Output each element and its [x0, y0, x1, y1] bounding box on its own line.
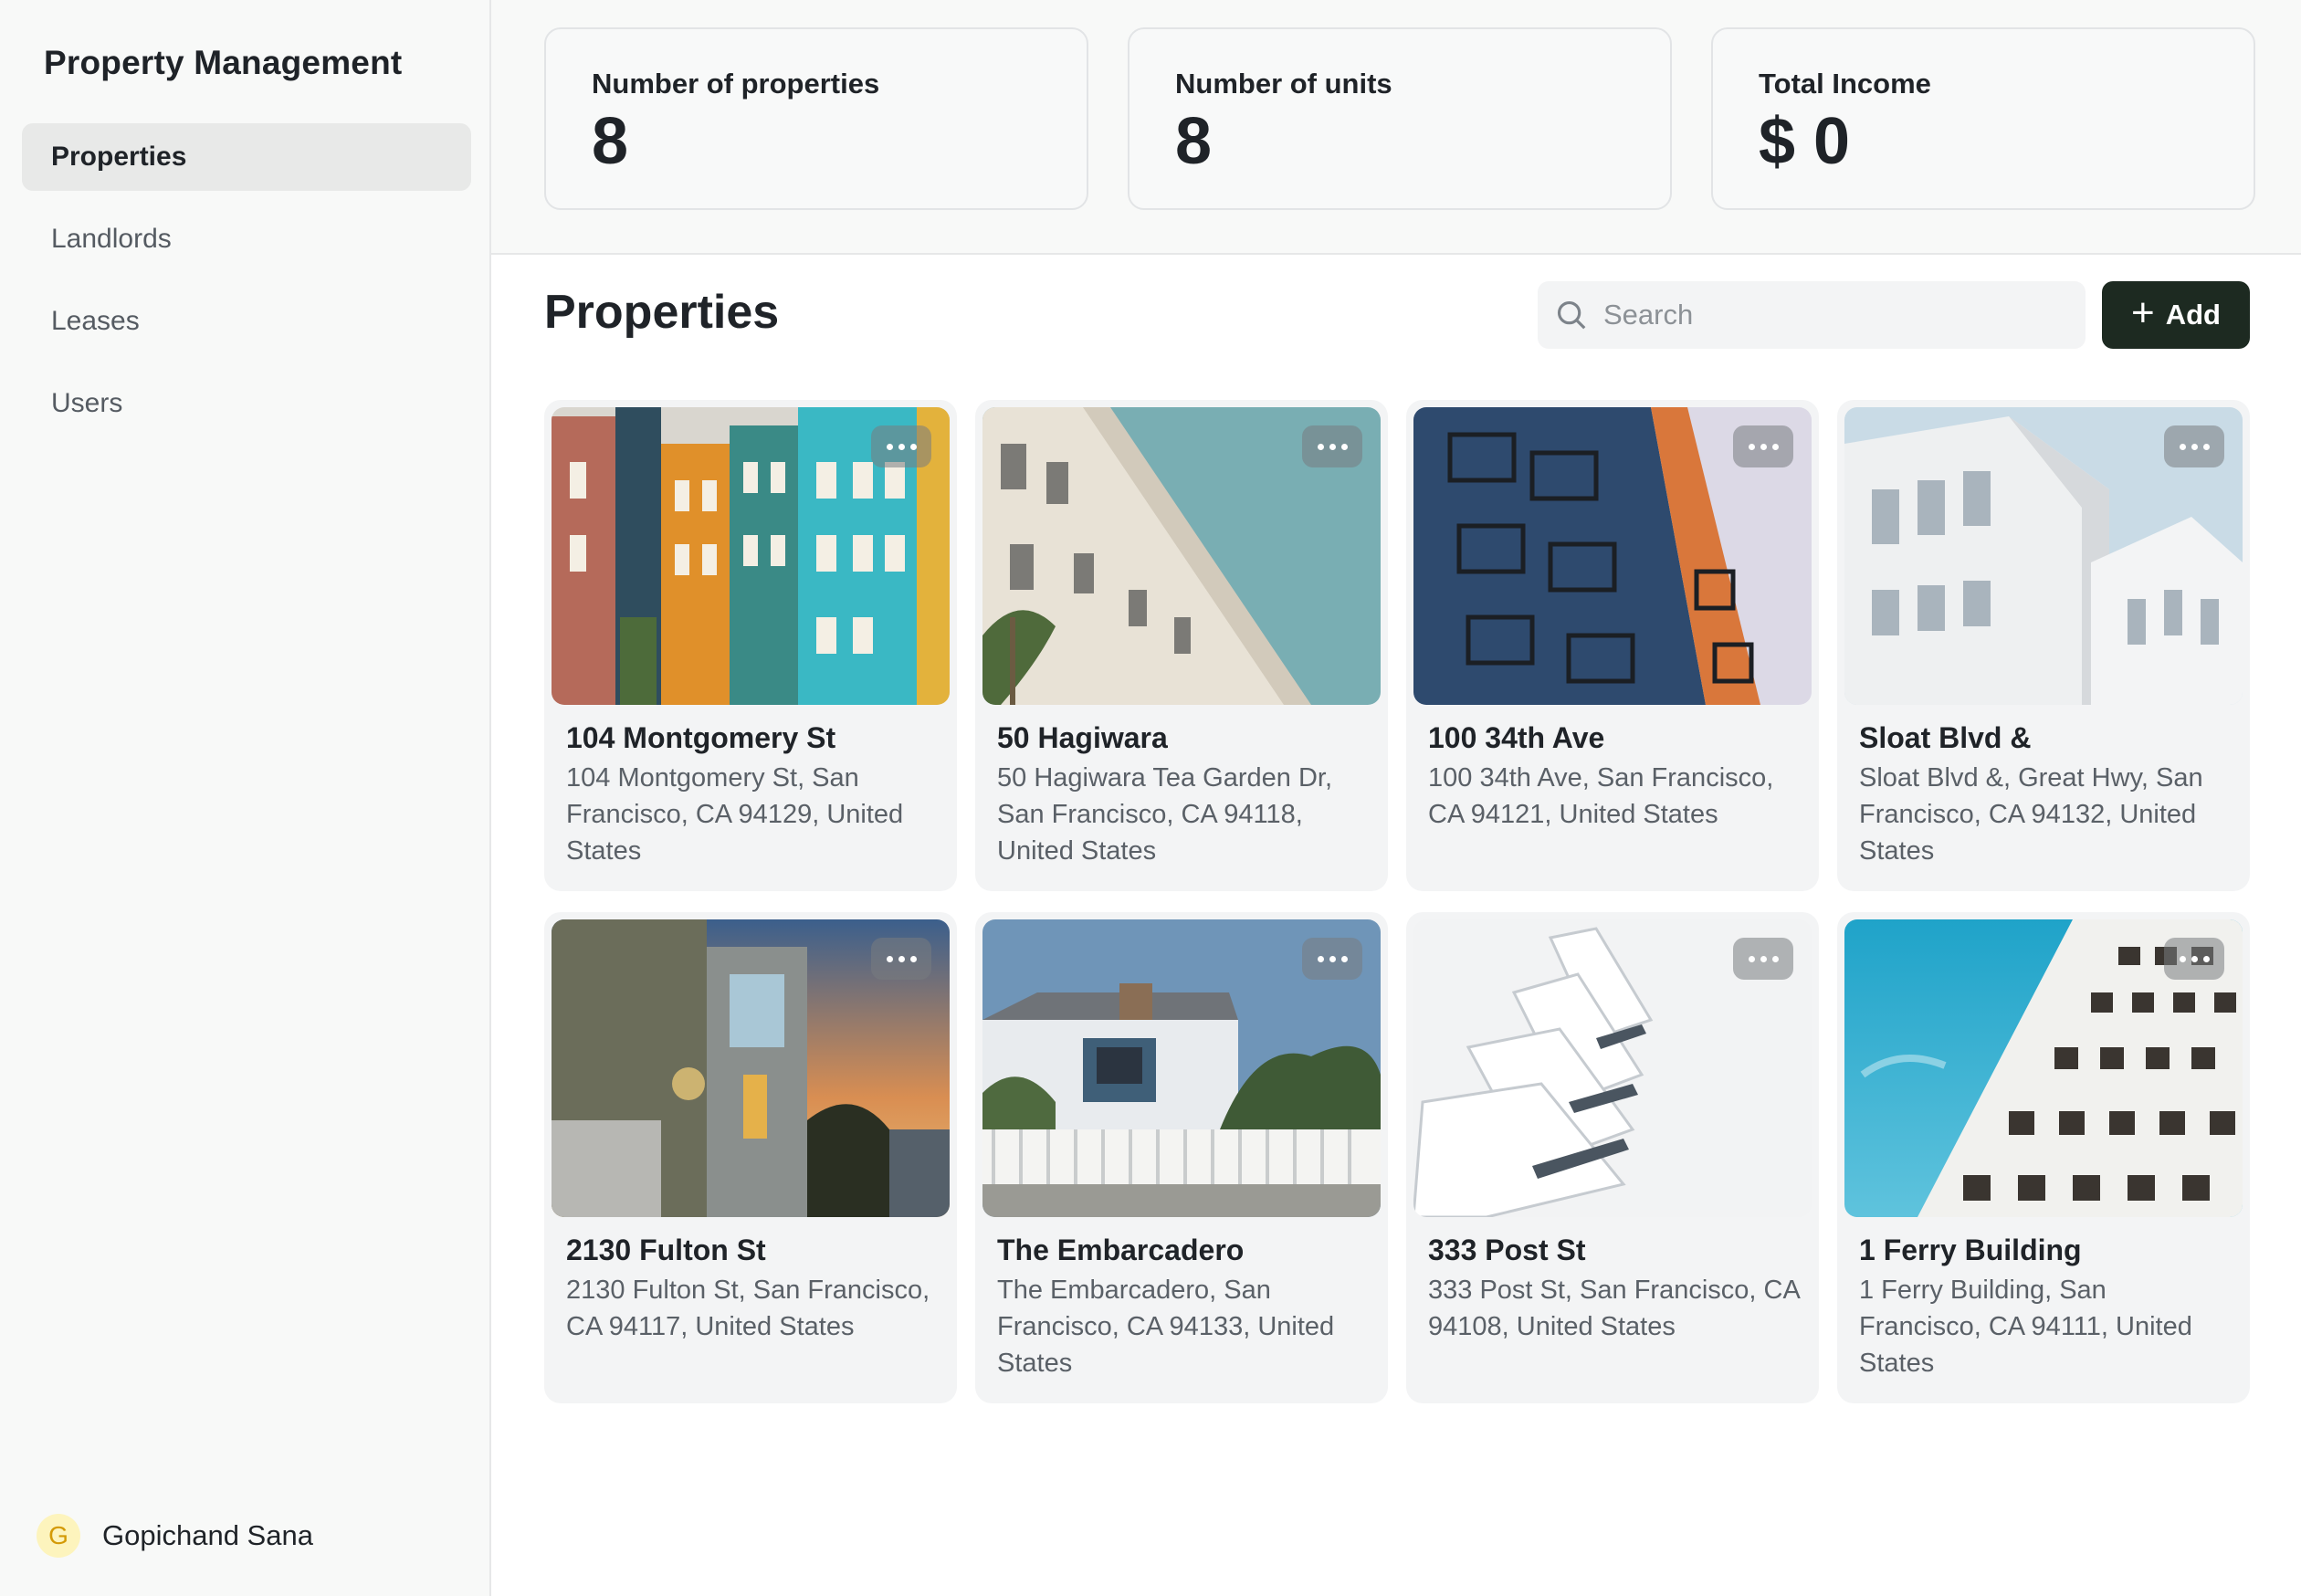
stats-header: Number of properties 8 Number of units 8…	[491, 0, 2301, 255]
more-options-button[interactable]	[1302, 938, 1362, 980]
page-title: Properties	[544, 286, 780, 339]
property-card[interactable]: 100 34th Ave 100 34th Ave, San Francisco…	[1406, 400, 1819, 891]
search-box[interactable]	[1538, 281, 2086, 349]
property-card[interactable]: 333 Post St 333 Post St, San Francisco, …	[1406, 912, 1819, 1403]
property-name: 333 Post St	[1428, 1234, 1586, 1266]
plus-icon: +	[2131, 290, 2155, 335]
property-address: 100 34th Ave, San Francisco, CA 94121, U…	[1428, 763, 1774, 829]
property-card[interactable]: 2130 Fulton St 2130 Fulton St, San Franc…	[544, 912, 957, 1403]
more-options-button[interactable]	[871, 425, 931, 467]
more-options-button[interactable]	[1733, 938, 1793, 980]
property-card[interactable]: The Embarcadero The Embarcadero, San Fra…	[975, 912, 1388, 1403]
search-input[interactable]	[1603, 281, 2069, 349]
add-property-button[interactable]: + Add	[2102, 281, 2250, 349]
property-card[interactable]: Sloat Blvd & Sloat Blvd &, Great Hwy, Sa…	[1837, 400, 2250, 891]
property-name: 100 34th Ave	[1428, 721, 1605, 754]
property-photo	[1413, 919, 1812, 1217]
property-address: 50 Hagiwara Tea Garden Dr, San Francisco…	[997, 763, 1333, 866]
more-options-button[interactable]	[2164, 425, 2224, 467]
sidebar-nav: Properties Landlords Leases Users	[22, 123, 471, 452]
property-photo	[552, 919, 950, 1217]
property-photo	[1844, 919, 2243, 1217]
property-photo	[1844, 407, 2243, 705]
property-address: The Embarcadero, San Francisco, CA 94133…	[997, 1276, 1335, 1378]
property-name: 104 Montgomery St	[566, 721, 836, 754]
property-name: The Embarcadero	[997, 1234, 1245, 1266]
user-name: Gopichand Sana	[102, 1519, 313, 1551]
property-name: 1 Ferry Building	[1859, 1234, 2082, 1266]
property-photo	[552, 407, 950, 705]
more-options-button[interactable]	[871, 938, 931, 980]
sidebar: Property Management Properties Landlords…	[0, 0, 491, 1596]
more-options-button[interactable]	[1302, 425, 1362, 467]
property-address: Sloat Blvd &, Great Hwy, San Francisco, …	[1859, 763, 2203, 866]
stat-card-units: Number of units 8	[1128, 27, 1672, 210]
stat-card-income: Total Income $ 0	[1711, 27, 2255, 210]
property-photo	[982, 919, 1381, 1217]
sidebar-item-landlords[interactable]: Landlords	[22, 205, 471, 273]
more-options-button[interactable]	[1733, 425, 1793, 467]
user-menu[interactable]: G Gopichand Sana	[37, 1514, 313, 1558]
property-card[interactable]: 50 Hagiwara 50 Hagiwara Tea Garden Dr, S…	[975, 400, 1388, 891]
stat-label: Number of properties	[592, 68, 880, 100]
search-icon	[1557, 300, 1586, 330]
more-options-button[interactable]	[2164, 938, 2224, 980]
property-name: 2130 Fulton St	[566, 1234, 766, 1266]
sidebar-item-users[interactable]: Users	[22, 370, 471, 437]
sidebar-item-leases[interactable]: Leases	[22, 288, 471, 355]
stat-value: 8	[592, 105, 629, 178]
avatar: G	[37, 1514, 80, 1558]
property-name: Sloat Blvd &	[1859, 721, 2032, 754]
stat-label: Total Income	[1759, 68, 1931, 100]
stat-value: 8	[1175, 105, 1213, 178]
property-photo	[982, 407, 1381, 705]
property-address: 104 Montgomery St, San Francisco, CA 941…	[566, 763, 904, 866]
property-address: 1 Ferry Building, San Francisco, CA 9411…	[1859, 1276, 2192, 1378]
app-title: Property Management	[44, 44, 403, 81]
stat-value: $ 0	[1759, 105, 1851, 178]
property-card[interactable]: 104 Montgomery St 104 Montgomery St, San…	[544, 400, 957, 891]
stat-card-properties: Number of properties 8	[544, 27, 1088, 210]
stat-label: Number of units	[1175, 68, 1392, 100]
sidebar-item-properties[interactable]: Properties	[22, 123, 471, 191]
property-photo	[1413, 407, 1812, 705]
property-card[interactable]: 1 Ferry Building 1 Ferry Building, San F…	[1837, 912, 2250, 1403]
property-name: 50 Hagiwara	[997, 721, 1168, 754]
property-address: 2130 Fulton St, San Francisco, CA 94117,…	[566, 1276, 930, 1341]
property-address: 333 Post St, San Francisco, CA 94108, Un…	[1428, 1276, 1800, 1341]
add-button-label: Add	[2165, 299, 2221, 331]
